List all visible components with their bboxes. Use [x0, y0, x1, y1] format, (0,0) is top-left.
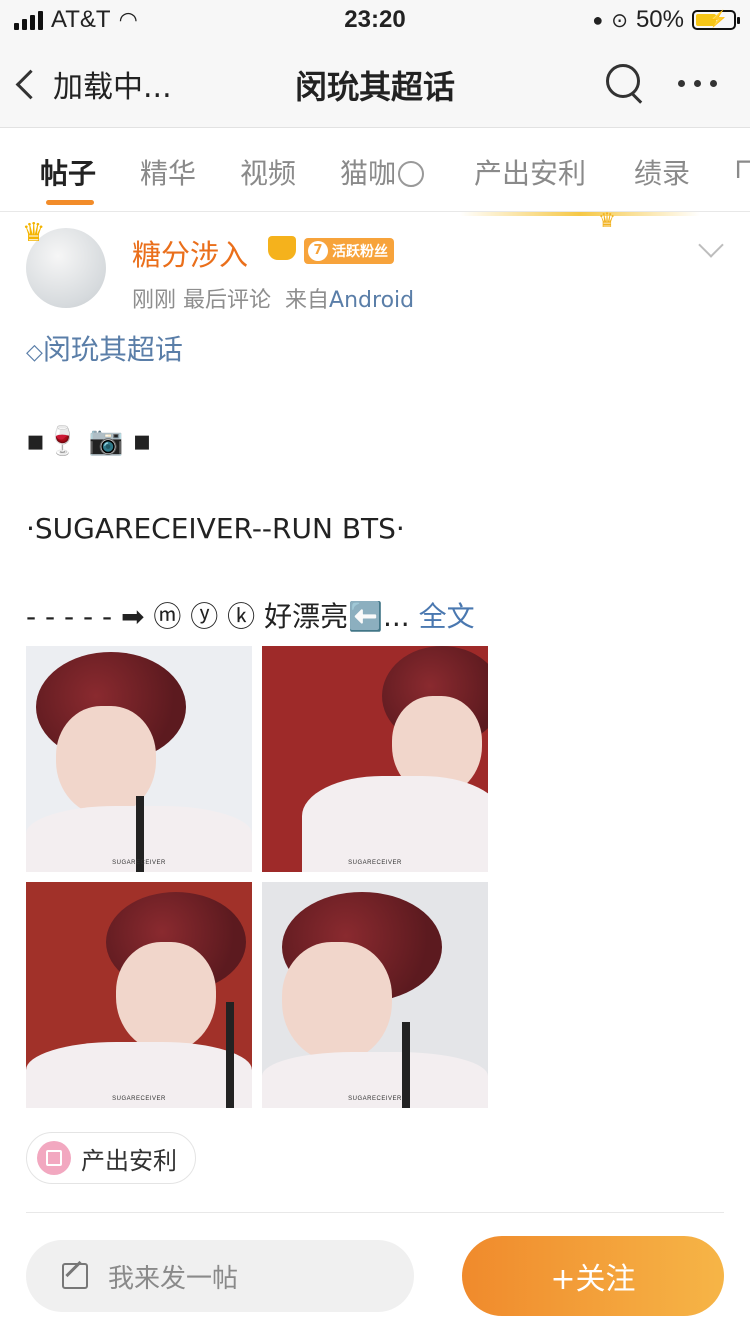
photo-watermark: SUGARECEIVER: [112, 860, 166, 866]
fan-badge-label: 活跃粉丝: [332, 244, 388, 260]
more-icon[interactable]: [678, 80, 717, 87]
topic-link[interactable]: ◇闵玧其超话: [26, 330, 726, 373]
fan-level: 7: [308, 241, 328, 261]
tab-cat-cafe-label: 猫咖: [340, 157, 397, 190]
rotation-lock-icon: ⊙: [611, 9, 628, 32]
tab-overflow[interactable]: ⊓: [734, 152, 750, 185]
photo-watermark: SUGARECEIVER: [112, 1096, 166, 1102]
post-from: 来自: [285, 288, 330, 313]
post-line-title: ·SUGARECEIVER--RUN BTS·: [26, 512, 405, 545]
tagline-text: - - - - - ➡ ⓜ ⓨ ⓚ 好漂亮⬅️...: [26, 600, 410, 633]
post-line-tagline: - - - - - ➡ ⓜ ⓨ ⓚ 好漂亮⬅️... 全文: [26, 597, 726, 637]
photo-watermark: SUGARECEIVER: [348, 1096, 402, 1102]
back-button[interactable]: 加载中...: [15, 62, 172, 106]
post-text: ◇闵玧其超话 ▪🍷 📷 ▪ ·SUGARECEIVER--RUN BTS· - …: [26, 330, 726, 637]
decoration-banner: [460, 212, 700, 216]
tab-posts[interactable]: 帖子: [40, 152, 96, 192]
vip-crown-icon: [268, 236, 296, 260]
tab-bar: 帖子 精华 视频 猫咖 产出安利 绩录 ⊓: [0, 128, 750, 212]
nav-bar: 加载中... 闵玧其超话: [0, 40, 750, 128]
fan-badge[interactable]: 7 活跃粉丝: [304, 238, 394, 264]
post-meta: 刚刚 最后评论 来自Android: [132, 282, 414, 314]
person-icon: ●: [592, 9, 604, 30]
category-label: 产出安利: [81, 1146, 177, 1175]
topic-label: 闵玧其超话: [42, 333, 183, 366]
search-icon[interactable]: [604, 62, 644, 104]
edit-icon: [62, 1263, 88, 1289]
bottom-bar: 我来发一帖 +关注: [0, 1218, 750, 1334]
status-right: ● ⊙ 50% ⚡: [592, 6, 740, 34]
compose-placeholder: 我来发一帖: [108, 1263, 239, 1294]
post-source[interactable]: Android: [329, 288, 414, 313]
back-label: 加载中...: [53, 70, 172, 105]
tab-featured[interactable]: 精华: [140, 152, 196, 192]
photo-watermark: SUGARECEIVER: [348, 860, 402, 866]
divider: [26, 1212, 724, 1213]
username[interactable]: 糖分涉入: [132, 232, 248, 274]
active-tab-indicator: [46, 200, 94, 205]
chevron-left-icon: [15, 69, 46, 99]
crown-icon: ♛: [22, 218, 46, 248]
category-chip[interactable]: 产出安利: [26, 1132, 196, 1184]
battery-percent: 50%: [635, 6, 684, 33]
post-line-emoji: ▪🍷 📷 ▪: [26, 424, 152, 457]
follow-button[interactable]: +关注: [462, 1236, 724, 1316]
status-bar: AT&T ◠ 23:20 ● ⊙ 50% ⚡: [0, 0, 750, 40]
diamond-icon: ◇: [26, 340, 43, 365]
tab-recommend[interactable]: 产出安利: [474, 152, 586, 192]
cat-face-icon: [398, 161, 425, 187]
chevron-down-icon[interactable]: [698, 232, 724, 258]
photo-3[interactable]: SUGARECEIVER: [26, 882, 252, 1108]
crown-decoration-icon: ♛: [598, 208, 616, 232]
photo-1[interactable]: SUGARECEIVER: [26, 646, 252, 872]
category-icon: [37, 1141, 71, 1175]
tab-cat-cafe[interactable]: 猫咖: [340, 152, 425, 192]
battery-icon: ⚡: [692, 10, 740, 30]
tab-videos[interactable]: 视频: [240, 152, 296, 192]
read-more-link[interactable]: 全文: [419, 600, 475, 633]
avatar[interactable]: ♛: [22, 218, 106, 308]
photo-2[interactable]: SUGARECEIVER: [262, 646, 488, 872]
tab-records[interactable]: 绩录: [634, 152, 690, 192]
post-time: 刚刚: [132, 288, 177, 313]
post-action: 最后评论: [183, 288, 272, 313]
compose-button[interactable]: 我来发一帖: [26, 1240, 414, 1312]
photo-grid: SUGARECEIVER SUGARECEIVER SUGARECEIVER S…: [26, 646, 490, 1110]
photo-4[interactable]: SUGARECEIVER: [262, 882, 488, 1108]
